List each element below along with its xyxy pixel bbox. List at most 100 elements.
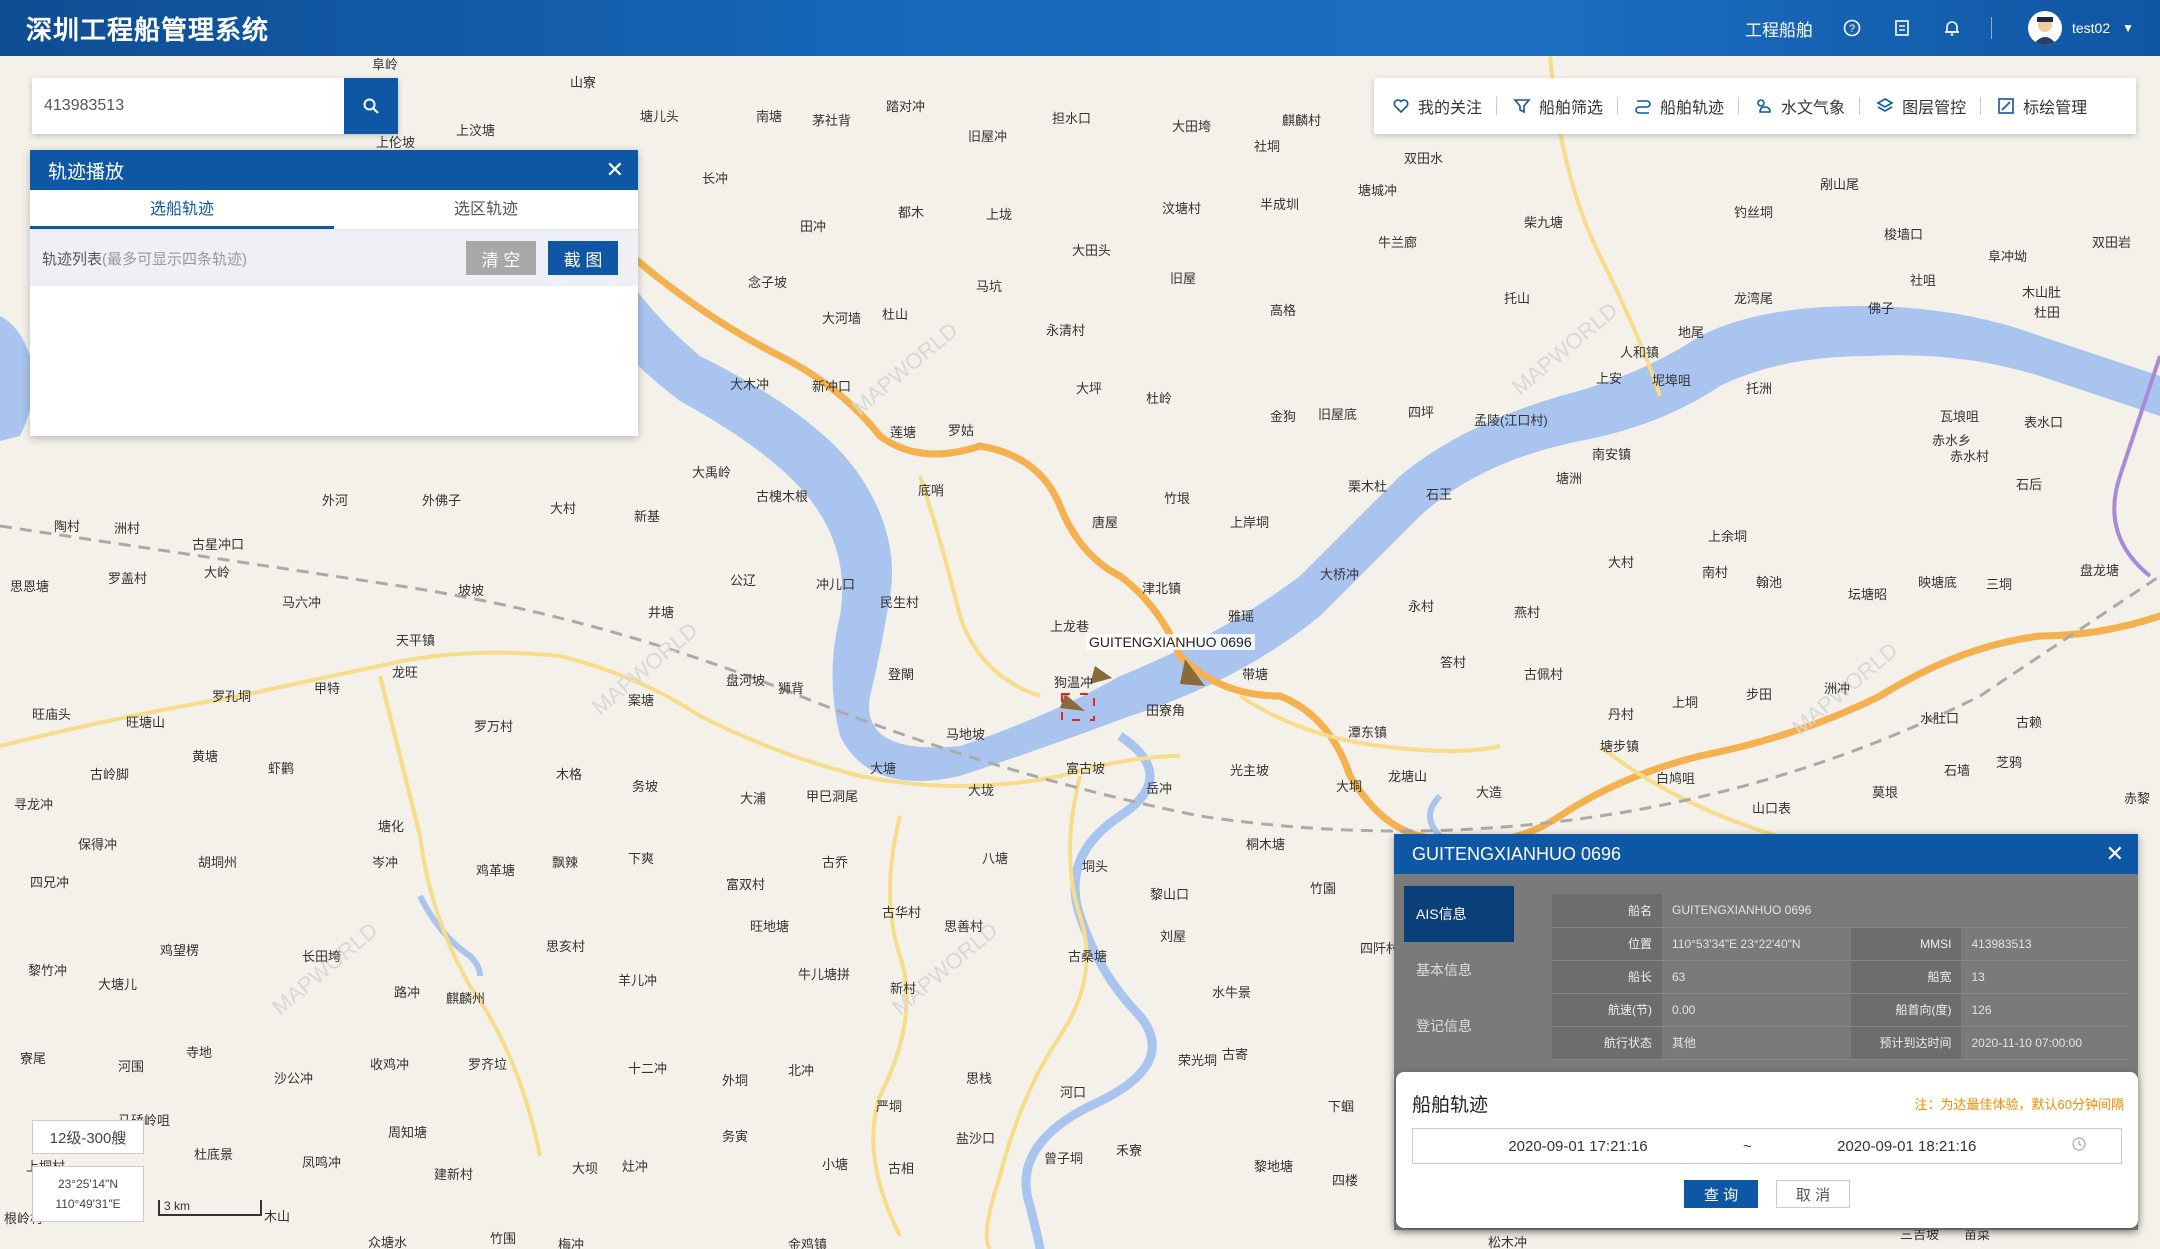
map-place-label: 木格 [556,767,583,782]
map-place-label: 古星冲口 [192,537,245,552]
field-value: 110°53'34"E 23°22'40"N [1662,927,1852,961]
side-tab-ais[interactable]: AIS信息 [1404,886,1514,942]
map-place-label: 甲特 [314,681,341,696]
toolbar-label: 标绘管理 [2023,100,2088,117]
map-place-label: 大浦 [740,791,767,806]
map-place-label: 务寅 [722,1129,749,1144]
map-place-label: 龙塘山 [1388,769,1428,784]
track-panel-title: 轨迹播放 [48,161,125,183]
map-place-label: 大田垮 [1172,119,1212,134]
map-place-label: 永清村 [1046,323,1086,338]
field-key: 船名 [1552,894,1662,928]
map-place-label: 上岸垌 [1230,515,1270,530]
toolbar-ship-filter[interactable]: 船舶筛选 [1513,94,1617,118]
caret-down-icon[interactable]: ▼ [2122,21,2134,35]
app-title: 深圳工程船管理系统 [26,14,270,45]
toolbar-hydro-weather[interactable]: 水文气象 [1755,94,1859,118]
map-place-label: 底哨 [918,483,945,498]
track-playback-panel: 轨迹播放 ✕ 选船轨迹 选区轨迹 轨迹列表(最多可显示四条轨迹) 清 空 截 图 [30,150,638,436]
nav-link-engineering-ships[interactable]: 工程船舶 [1745,16,1813,41]
map-place-label: 金狗 [1270,409,1297,424]
map-place-label: 大河墙 [822,311,862,326]
clock-icon [2072,1137,2086,1155]
map-place-label: 思恩塘 [10,579,50,594]
svg-text:?: ? [1849,23,1855,35]
map-place-label: 富双村 [726,877,766,892]
map-place-label: 潭东镇 [1348,725,1388,740]
map-place-label: 塘城冲 [1358,183,1398,198]
toolbar-layer-control[interactable]: 图层管控 [1876,94,1980,118]
map-place-label: 牛儿塘拼 [798,967,851,982]
map-place-label: 大造 [1476,785,1503,800]
map-place-label: 曾子垌 [1044,1151,1084,1166]
help-icon[interactable]: ? [1841,17,1863,39]
search-box [32,78,398,134]
map-place-label: 杜田 [2034,305,2061,320]
document-icon[interactable] [1891,17,1913,39]
map-place-label: 小塘 [822,1157,849,1172]
map-place-label: 鸡望楞 [160,943,200,958]
toolbar-label: 船舶筛选 [1539,100,1604,117]
map-place-label: 地尾 [1678,325,1705,340]
map-place-label: 众塘水 [368,1235,408,1249]
clear-button[interactable]: 清 空 [466,241,536,275]
tab-select-ship-track[interactable]: 选船轨迹 [30,190,334,229]
toolbar-draw-manage[interactable]: 标绘管理 [1997,94,2101,118]
map-place-label: 担水口 [1052,111,1092,126]
map-place-label: 新冲口 [812,379,852,394]
username[interactable]: test02 [2072,20,2110,36]
close-icon[interactable]: ✕ [2106,843,2124,865]
map-place-label: 旧屋冲 [968,129,1008,144]
user-avatar[interactable] [2027,11,2062,45]
search-input[interactable] [32,78,344,134]
field-value: 2020-11-10 07:00:00 [1961,1026,2128,1060]
map-place-label: 莲塘 [890,425,917,440]
zoom-level-badge: 12级-300艘 [32,1120,144,1154]
map-place-label: 井塘 [648,605,675,620]
toolbar-divider [1617,97,1619,115]
time-range-picker[interactable]: 2020-09-01 17:21:16 ~ 2020-09-01 18:21:1… [1412,1128,2122,1164]
track-dialog-title: 船舶轨迹 [1412,1095,1489,1116]
tab-select-area-track[interactable]: 选区轨迹 [334,190,638,229]
map-place-label: 十二冲 [628,1061,668,1076]
map-place-label: 大塘儿 [98,977,138,992]
map-place-label: 杜岭 [1146,391,1173,406]
end-time-field[interactable]: 2020-09-01 18:21:16 [1752,1138,2062,1155]
map-place-label: 佛子 [1868,301,1895,316]
track-tabs: 选船轨迹 选区轨迹 [30,190,638,230]
cancel-button[interactable]: 取 消 [1776,1180,1850,1208]
map-place-label: 马坑 [976,279,1003,294]
map-place-label: 岳冲 [1146,781,1173,796]
map-place-label: 外河 [322,493,349,508]
map-place-label: 岑冲 [372,855,399,870]
map-place-label: 旺塘山 [126,715,166,730]
map-place-label: 映塘底 [1918,575,1958,590]
map-place-label: 塘步镇 [1600,739,1640,754]
map-place-label: 八塘 [982,851,1009,866]
bell-icon[interactable] [1941,17,1963,39]
ship-name-label[interactable]: GUITENGXIANHUO 0696 [1086,634,1255,650]
start-time-field[interactable]: 2020-09-01 17:21:16 [1413,1138,1743,1155]
heart-icon [1393,99,1409,114]
screenshot-button[interactable]: 截 图 [548,241,618,275]
toolbar-divider [1980,97,1982,115]
map-place-label: 大坪 [1076,381,1103,396]
map-place-label: 孟陵(江口村) [1474,413,1548,428]
query-button[interactable]: 查 询 [1684,1180,1758,1208]
map-place-label: 河口 [1060,1085,1087,1100]
map-place-label: 田冲 [800,219,827,234]
map-place-label: 寻龙冲 [14,797,54,812]
toolbar-my-focus[interactable]: 我的关注 [1392,94,1496,118]
field-key: 船宽 [1851,960,1962,994]
track-list-header: 轨迹列表(最多可显示四条轨迹) 清 空 截 图 [30,230,638,286]
map-place-label: 汶塘村 [1162,201,1202,216]
map-place-label: 飘辣 [552,855,579,870]
map-place-label: 建新村 [434,1167,474,1182]
side-tab-registration[interactable]: 登记信息 [1404,998,1514,1054]
side-tab-basic[interactable]: 基本信息 [1404,942,1514,998]
search-button[interactable] [344,78,398,134]
toolbar-ship-track[interactable]: 船舶轨迹 [1634,94,1738,118]
close-icon[interactable]: ✕ [606,159,624,181]
table-row: 船长 63 船宽 13 [1552,960,2128,994]
map-watermark: MAPWORLD [267,917,382,1019]
